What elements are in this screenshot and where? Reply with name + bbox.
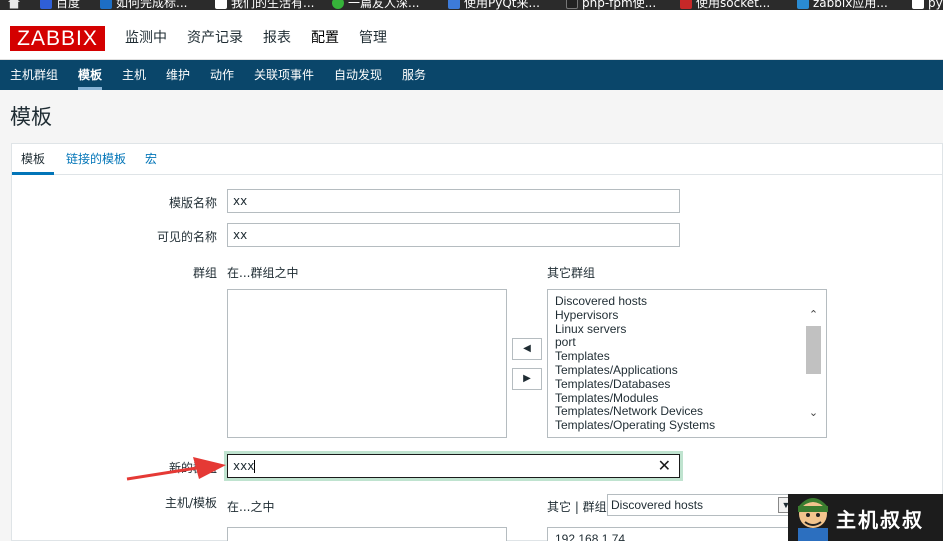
list-item[interactable]: Templates/Modules xyxy=(548,391,826,406)
text-cursor xyxy=(254,460,256,473)
groups-label: 群组 xyxy=(192,266,217,280)
move-right-button[interactable]: ▶ xyxy=(512,368,542,390)
in-groups-label: 在...群组之中 xyxy=(227,266,299,280)
browser-bookmarks-bar: 百度 如何完成标... 我们的生活有... 一篇友人深... 使用PyQt来..… xyxy=(0,0,943,10)
clear-icon[interactable]: ✕ xyxy=(658,457,671,475)
bookmark-item[interactable]: py xyxy=(912,0,943,10)
watermark-text: 主机叔叔 xyxy=(836,508,924,532)
move-left-button[interactable]: ◀ xyxy=(512,338,542,360)
new-group-value: xxx xyxy=(233,459,255,473)
home-icon[interactable] xyxy=(8,0,20,10)
menu-administration[interactable]: 管理 xyxy=(349,26,397,51)
in-groups-listbox[interactable] xyxy=(227,289,507,438)
group-select[interactable]: Discovered hosts ▼ xyxy=(607,494,797,516)
list-item[interactable]: Templates/Network Devices xyxy=(548,405,826,419)
other-hosts-listbox[interactable]: 192.168.1.74 xyxy=(547,527,797,541)
tab-template[interactable]: 模板 xyxy=(12,144,55,175)
template-name-label: 模版名称 xyxy=(168,196,217,210)
bookmark-item[interactable]: zabbix应用... xyxy=(797,0,888,10)
mascot-icon xyxy=(798,498,828,541)
bookmark-item[interactable]: php-fpm使... xyxy=(566,0,656,10)
listbox-scrollbar[interactable]: ⌃ ⌄ xyxy=(805,290,822,437)
paw-icon xyxy=(40,0,52,9)
list-item[interactable]: Hypervisors xyxy=(548,308,826,323)
subnav-actions[interactable]: 动作 xyxy=(210,60,234,90)
zhihu-icon xyxy=(100,0,112,9)
bookmark-item[interactable]: 使用socket... xyxy=(680,0,770,10)
list-item[interactable]: Templates/Applications xyxy=(548,363,826,378)
template-name-input[interactable]: xx xyxy=(227,189,680,213)
zabbix-logo[interactable]: ZABBIX xyxy=(10,26,105,51)
tab-macros[interactable]: 宏 xyxy=(136,144,166,175)
bookmark-icon xyxy=(797,0,809,9)
visible-name-input[interactable]: xx xyxy=(227,223,680,247)
bookmark-item[interactable]: 如何完成标... xyxy=(100,0,187,10)
scrollbar-thumb[interactable] xyxy=(806,326,821,374)
bookmark-item[interactable]: 使用PyQt来... xyxy=(448,0,540,10)
github-icon xyxy=(566,0,578,9)
list-item[interactable]: Linux servers xyxy=(548,322,826,337)
bookmark-item[interactable]: 百度 xyxy=(40,0,80,10)
bookmark-item[interactable]: 一篇友人深... xyxy=(332,0,419,10)
form-tabs: 模板 链接的模板 宏 xyxy=(12,144,942,175)
menu-inventory[interactable]: 资产记录 xyxy=(177,26,253,51)
subnav-services[interactable]: 服务 xyxy=(402,60,426,90)
in-hosts-listbox[interactable] xyxy=(227,527,507,541)
watermark-logo: 主机叔叔 xyxy=(788,494,943,541)
subnav-event-correlation[interactable]: 关联项事件 xyxy=(254,60,314,90)
tab-linked-templates[interactable]: 链接的模板 xyxy=(57,144,135,175)
list-item[interactable]: Templates/Operating Systems xyxy=(548,418,826,433)
list-item[interactable]: Templates/Databases xyxy=(548,377,826,392)
subnav-host-groups[interactable]: 主机群组 xyxy=(10,60,58,90)
wechat-icon xyxy=(332,0,344,9)
list-item[interactable]: port xyxy=(548,336,826,350)
top-header: ZABBIX 监测中 资产记录 报表 配置 管理 xyxy=(0,10,943,60)
subnav-maintenance[interactable]: 维护 xyxy=(166,60,190,90)
annotation-arrow-icon xyxy=(126,457,226,481)
bookmark-item[interactable]: 我们的生活有... xyxy=(215,0,314,10)
scroll-down-icon[interactable]: ⌄ xyxy=(805,404,822,421)
other-groups-label: 其它群组 xyxy=(547,266,596,280)
scroll-up-icon[interactable]: ⌃ xyxy=(805,306,822,323)
subnav-templates[interactable]: 模板 xyxy=(78,60,103,90)
sub-navigation: 主机群组 模板 主机 维护 动作 关联项事件 自动发现 服务 xyxy=(0,60,943,90)
subnav-discovery[interactable]: 自动发现 xyxy=(334,60,382,90)
in-hosts-label: 在...之中 xyxy=(227,500,275,514)
hosts-templates-label: 主机/模板 xyxy=(164,496,217,510)
menu-configuration[interactable]: 配置 xyxy=(301,26,349,51)
new-group-input[interactable]: xxx ✕ xyxy=(227,454,680,478)
main-menu: 监测中 资产记录 报表 配置 管理 xyxy=(115,26,397,51)
page-title: 模板 xyxy=(10,105,52,129)
list-item[interactable]: Templates xyxy=(548,349,826,364)
subnav-hosts[interactable]: 主机 xyxy=(122,60,146,90)
csdn-icon xyxy=(680,0,692,9)
menu-reports[interactable]: 报表 xyxy=(253,26,301,51)
visible-name-label: 可见的名称 xyxy=(156,230,217,244)
other-groups-listbox[interactable]: Discovered hosts Hypervisors Linux serve… xyxy=(547,289,827,438)
page-icon xyxy=(912,0,924,9)
list-item[interactable]: 192.168.1.74 xyxy=(548,532,796,541)
bookmark-icon xyxy=(448,0,460,9)
group-select-value: Discovered hosts xyxy=(611,498,704,512)
list-item[interactable]: Discovered hosts xyxy=(548,294,826,309)
other-group-label: 其它 | 群组 xyxy=(547,500,607,514)
menu-monitoring[interactable]: 监测中 xyxy=(115,26,177,51)
page-icon xyxy=(215,0,227,9)
